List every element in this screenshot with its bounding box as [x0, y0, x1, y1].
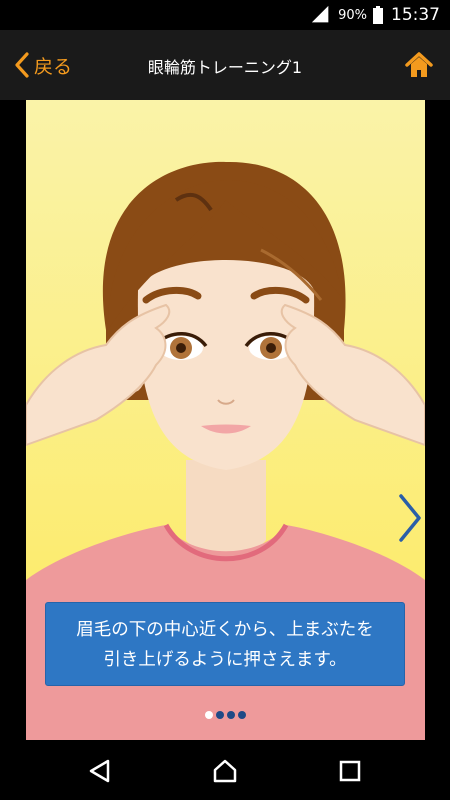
status-bar: 90% 15:37: [0, 0, 450, 30]
back-button[interactable]: 戻る: [14, 48, 72, 82]
caption-line-1: 眉毛の下の中心近くから、上まぶたを: [76, 620, 374, 640]
instruction-caption: 眉毛の下の中心近くから、上まぶたを 引き上げるように押さえます。: [45, 602, 405, 686]
chevron-right-icon[interactable]: [395, 488, 425, 548]
page-dot-1[interactable]: [204, 711, 213, 719]
system-nav-bar: [0, 740, 450, 800]
app-bar: 戻る 眼輪筋トレーニング1: [0, 30, 450, 100]
page-dot-4[interactable]: [237, 711, 246, 719]
home-circle-icon[interactable]: [212, 758, 238, 784]
back-triangle-icon[interactable]: [87, 758, 113, 784]
back-label: 戻る: [34, 55, 73, 78]
wifi-icon: [311, 5, 329, 23]
page-indicator: [0, 711, 450, 721]
clock: 15:37: [391, 5, 440, 25]
caption-line-2: 引き上げるように押さえます。: [103, 650, 347, 670]
page-dot-3[interactable]: [226, 711, 235, 719]
recents-square-icon[interactable]: [337, 758, 363, 784]
status-icons: 90% 15:37: [310, 0, 440, 30]
battery-percent: 90%: [338, 7, 367, 23]
home-icon[interactable]: [404, 50, 434, 80]
chevron-left-icon: [15, 52, 29, 78]
page-dot-2[interactable]: [215, 711, 224, 719]
battery-icon: [373, 6, 383, 24]
